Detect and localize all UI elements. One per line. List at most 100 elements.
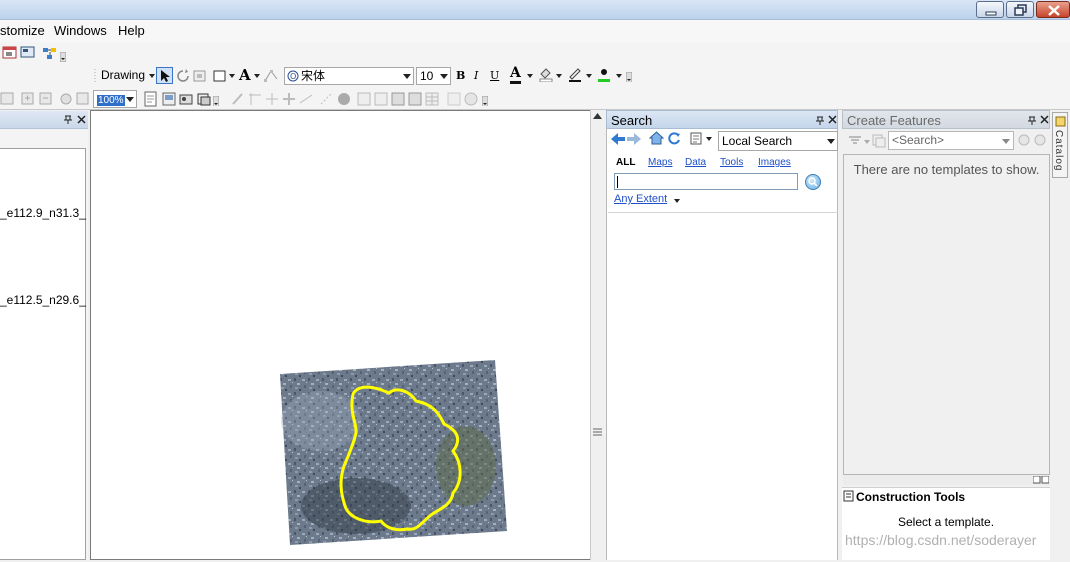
- back-arrow-icon[interactable]: [611, 133, 625, 145]
- table-icon[interactable]: [424, 91, 440, 107]
- attributes-icon[interactable]: [373, 91, 389, 107]
- template-search-input[interactable]: <Search>: [888, 131, 1014, 150]
- underline-button[interactable]: U: [490, 69, 499, 82]
- menu-customize[interactable]: stomize: [0, 23, 45, 38]
- menu-help[interactable]: Help: [118, 23, 145, 38]
- text-dropdown-icon[interactable]: [254, 74, 260, 78]
- organize-dropdown-icon[interactable]: [864, 140, 870, 144]
- focus-data-frame-icon[interactable]: [161, 91, 177, 107]
- panel-splitter[interactable]: [843, 475, 1050, 485]
- line-color-icon[interactable]: [567, 66, 583, 82]
- font-size-select[interactable]: 10: [416, 67, 451, 85]
- pin-icon[interactable]: [815, 115, 825, 125]
- toolbar-overflow-icon[interactable]: [626, 72, 632, 82]
- forward-arrow-icon[interactable]: [627, 133, 641, 145]
- data-driven-pages-icon[interactable]: [196, 91, 212, 107]
- font-color-button[interactable]: A: [510, 65, 521, 84]
- close-icon[interactable]: [77, 115, 86, 124]
- toolbar-grip[interactable]: [94, 69, 97, 83]
- pan-layout-icon[interactable]: [58, 91, 74, 107]
- splitter-grip-icon[interactable]: [593, 428, 602, 436]
- minimize-button[interactable]: [976, 1, 1004, 18]
- layer-item[interactable]: _e112.9_n31.3_: [0, 206, 86, 220]
- new-text-button[interactable]: A: [239, 66, 251, 84]
- edit-vertices-icon[interactable]: [263, 68, 279, 84]
- collapse-icon[interactable]: [1033, 476, 1049, 484]
- map-display[interactable]: [90, 110, 592, 560]
- rotate-icon[interactable]: [175, 68, 191, 84]
- search-tab-maps[interactable]: Maps: [648, 157, 672, 168]
- create-features-icon[interactable]: [407, 91, 423, 107]
- change-layout-icon[interactable]: [178, 91, 194, 107]
- rectangle-icon[interactable]: [212, 68, 228, 84]
- pin-icon[interactable]: [1027, 115, 1037, 125]
- search-scope-value: Local Search: [722, 134, 793, 148]
- font-name-select[interactable]: O 宋体: [284, 67, 414, 85]
- search-tab-data[interactable]: Data: [685, 157, 706, 168]
- sketch-icon[interactable]: [318, 91, 334, 107]
- reshape-icon[interactable]: [247, 91, 263, 107]
- search-tab-images[interactable]: Images: [758, 157, 791, 168]
- marker-color-icon[interactable]: [596, 66, 612, 82]
- create-features-title: Create Features: [847, 113, 941, 128]
- marker-color-dropdown-icon[interactable]: [616, 74, 622, 78]
- italic-button[interactable]: I: [474, 69, 478, 82]
- home-icon[interactable]: [649, 131, 664, 145]
- toggle-draft-mode-icon[interactable]: [143, 91, 159, 107]
- circle-tool-icon[interactable]: [336, 91, 352, 107]
- organize-templates-icon[interactable]: [848, 134, 862, 148]
- toolbar-overflow-icon[interactable]: [213, 96, 219, 106]
- search-tab-tools[interactable]: Tools: [720, 157, 743, 168]
- font-color-dropdown-icon[interactable]: [527, 74, 533, 78]
- window-icon[interactable]: [2, 45, 18, 61]
- any-extent-link[interactable]: Any Extent: [614, 193, 667, 205]
- template-list: [843, 154, 1050, 475]
- topology-icon[interactable]: [356, 91, 372, 107]
- vertical-scrollbar[interactable]: [590, 110, 604, 560]
- zoom-out-layout-icon[interactable]: [38, 91, 54, 107]
- model-builder-icon[interactable]: [42, 45, 58, 61]
- search-tab-all[interactable]: ALL: [616, 157, 635, 168]
- options-dropdown-icon[interactable]: [706, 137, 712, 141]
- scroll-up-icon[interactable]: [593, 113, 602, 119]
- cross-icon[interactable]: [281, 91, 297, 107]
- refresh-icon[interactable]: [668, 132, 681, 145]
- close-icon[interactable]: [828, 115, 837, 124]
- zoom-selected-icon[interactable]: [192, 68, 208, 84]
- layout-tool-icon[interactable]: [0, 91, 16, 107]
- globe-icon[interactable]: [463, 91, 479, 107]
- toolbar-overflow-icon[interactable]: [60, 52, 66, 62]
- search-input[interactable]: [614, 173, 798, 190]
- fill-color-dropdown-icon[interactable]: [556, 74, 562, 78]
- template-properties-icon[interactable]: [872, 134, 886, 148]
- search-scope-select[interactable]: Local Search: [718, 131, 838, 151]
- bold-button[interactable]: B: [456, 69, 465, 82]
- select-elements-button[interactable]: [156, 67, 173, 84]
- fill-color-icon[interactable]: [538, 66, 554, 82]
- line-color-dropdown-icon[interactable]: [586, 74, 592, 78]
- search-options-icon[interactable]: [690, 132, 704, 145]
- zoom-percent-select[interactable]: 100%: [93, 90, 137, 108]
- menu-windows[interactable]: Windows: [54, 23, 107, 38]
- drawing-menu[interactable]: Drawing: [101, 68, 145, 82]
- close-icon[interactable]: [1040, 115, 1049, 124]
- zoom-in-layout-icon[interactable]: [20, 91, 36, 107]
- cursor-grid-icon[interactable]: [446, 91, 462, 107]
- extent-dropdown-icon[interactable]: [674, 199, 680, 203]
- restore-button[interactable]: [1006, 1, 1034, 18]
- cut-polygon-icon[interactable]: [298, 91, 314, 107]
- monitor-icon[interactable]: [20, 45, 36, 61]
- rectangle-dropdown-icon[interactable]: [229, 74, 235, 78]
- close-button[interactable]: [1036, 1, 1070, 18]
- toc-title-bar: [0, 111, 88, 129]
- search-icon[interactable]: [1018, 134, 1031, 147]
- zoom-whole-page-icon[interactable]: [75, 91, 91, 107]
- toolbar-overflow-icon[interactable]: [482, 96, 488, 106]
- layer-item[interactable]: _e112.5_n29.6_: [0, 293, 86, 307]
- split-icon[interactable]: [264, 91, 280, 107]
- sketch-properties-icon[interactable]: [390, 91, 406, 107]
- pin-icon[interactable]: [63, 114, 73, 124]
- clear-search-icon[interactable]: [1034, 134, 1047, 147]
- edit-tool-icon[interactable]: [230, 91, 246, 107]
- search-go-button[interactable]: [805, 174, 821, 190]
